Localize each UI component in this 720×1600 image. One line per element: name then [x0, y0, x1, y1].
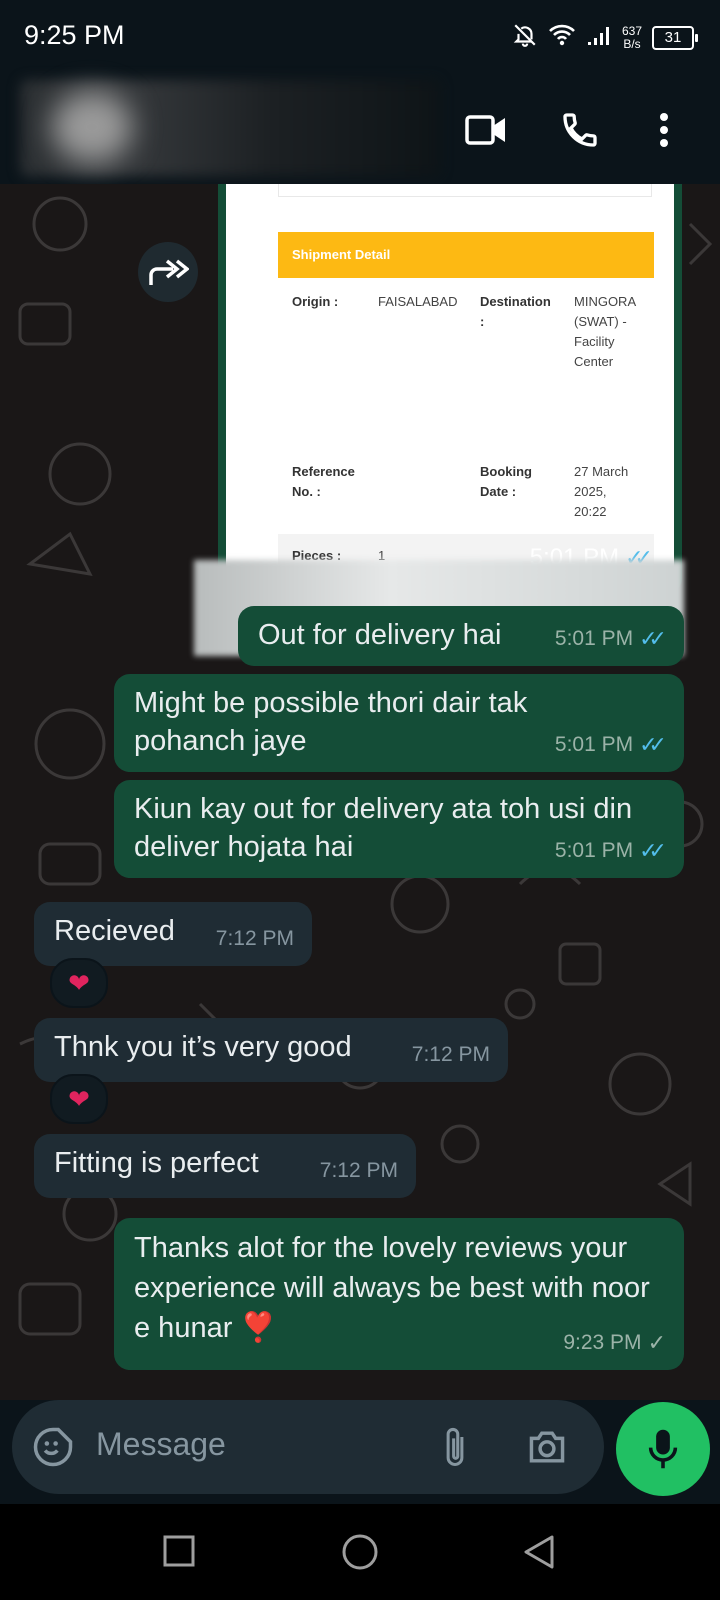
chat-area[interactable]: Shipment Detail Origin : FAISALABAD Dest…	[0, 184, 720, 1400]
message-bubble-incoming[interactable]: Thnk you it’s very good 7:12 PM	[34, 1018, 508, 1082]
network-speed: 637 B/s	[621, 23, 642, 51]
message-time: 5:01 PM	[554, 839, 634, 862]
message-bubble-incoming[interactable]: Fitting is perfect 7:12 PM	[34, 1134, 416, 1198]
read-receipt-icon: ✓✓	[639, 838, 667, 863]
mic-button[interactable]	[616, 1402, 710, 1496]
reference-label-line-2: No. :	[292, 484, 321, 499]
destination-value-line-4: Center	[574, 354, 614, 369]
message-bubble-incoming[interactable]: Recieved 7:12 PM	[34, 902, 312, 966]
heart-icon: ❤	[68, 1083, 90, 1114]
status-icons: 637 B/s 31	[512, 22, 698, 53]
status-bar: 9:25 PM 637 B/s 31	[0, 0, 720, 74]
message-bubble-outgoing[interactable]: Might be possible thori dair tak pohanch…	[114, 674, 684, 772]
booking-label-line-1: Booking	[480, 464, 532, 479]
destination-value-line-2: (SWAT) -	[574, 314, 627, 329]
message-text: Recieved	[54, 915, 175, 947]
reference-label: Reference No. :	[292, 462, 355, 502]
heart-icon: ❤	[68, 967, 90, 998]
destination-value-line-1: MINGORA	[574, 294, 637, 309]
battery-icon: 31	[652, 25, 698, 50]
chat-header	[0, 74, 720, 184]
message-bubble-outgoing[interactable]: Thanks alot for the lovely reviews your …	[114, 1218, 684, 1370]
message-bubble-outgoing[interactable]: Kiun kay out for delivery ata toh usi di…	[114, 780, 684, 878]
home-button[interactable]	[340, 1532, 380, 1577]
booking-value-line-3: 20:22	[574, 504, 607, 519]
message-time: 7:12 PM	[215, 927, 294, 950]
phone-icon[interactable]	[556, 106, 604, 154]
destination-label-line-1: Destination	[480, 294, 551, 309]
message-composer: Message	[0, 1400, 720, 1504]
message-meta: 5:01 PM ✓✓	[554, 726, 667, 764]
destination-label-line-2: :	[480, 314, 485, 329]
signal-icon	[586, 24, 612, 51]
message-input[interactable]: Message	[96, 1426, 226, 1463]
message-text: Out for delivery hai	[258, 619, 502, 651]
booking-date-value: 27 March 2025, 20:22	[574, 462, 628, 522]
destination-value: MINGORA (SWAT) - Facility Center	[574, 292, 636, 372]
back-button[interactable]	[522, 1534, 556, 1575]
video-call-icon[interactable]	[462, 106, 510, 154]
shipment-document-image[interactable]: Shipment Detail Origin : FAISALABAD Dest…	[226, 184, 674, 586]
message-meta: 7:12 PM	[320, 1152, 398, 1190]
forward-button[interactable]	[138, 242, 198, 302]
more-vert-icon[interactable]	[640, 106, 688, 154]
status-time: 9:25 PM	[24, 20, 125, 50]
system-nav-bar	[0, 1504, 720, 1600]
message-time: 7:12 PM	[319, 1159, 398, 1182]
read-receipt-icon: ✓✓	[639, 732, 667, 757]
document-top-border	[278, 184, 652, 197]
forward-icon	[149, 259, 189, 285]
message-meta: 7:12 PM	[216, 920, 294, 958]
destination-value-line-3: Facility	[574, 334, 615, 349]
message-meta: 7:12 PM	[412, 1036, 490, 1074]
message-bubble-outgoing[interactable]: Out for delivery hai 5:01 PM ✓✓	[238, 606, 684, 666]
message-meta: 5:01 PM ✓✓	[554, 832, 667, 870]
heart-reaction[interactable]: ❤	[50, 1074, 108, 1124]
network-speed-unit: B/s	[623, 36, 641, 51]
origin-label: Origin :	[292, 294, 339, 309]
read-receipt-icon: ✓✓	[639, 626, 667, 651]
reference-label-line-1: Reference	[292, 464, 355, 479]
message-time: 9:23 PM	[563, 1331, 642, 1354]
message-meta: 5:01 PM ✓✓	[554, 620, 667, 658]
message-text: Thnk you it’s very good	[54, 1031, 352, 1063]
attach-icon[interactable]	[438, 1426, 472, 1475]
booking-value-line-1: 27 March	[574, 464, 629, 479]
message-time: 5:01 PM	[554, 627, 634, 650]
booking-date-label: Booking Date :	[480, 462, 532, 502]
message-text: Fitting is perfect	[54, 1147, 259, 1179]
message-time: 7:12 PM	[411, 1043, 490, 1066]
message-input-box[interactable]: Message	[12, 1400, 604, 1494]
sticker-icon[interactable]	[32, 1426, 74, 1473]
sent-tick-icon: ✓	[647, 1330, 666, 1355]
destination-label: Destination :	[480, 292, 551, 332]
network-speed-value: 637	[621, 23, 642, 38]
wifi-icon	[548, 23, 576, 52]
booking-label-line-2: Date :	[480, 484, 517, 499]
heart-reaction[interactable]: ❤	[50, 958, 108, 1008]
shipment-image-bubble[interactable]: Shipment Detail Origin : FAISALABAD Dest…	[218, 184, 682, 594]
message-text: Might be possible thori dair tak pohanch…	[134, 687, 528, 757]
origin-value: FAISALABAD	[378, 294, 458, 309]
mic-icon	[648, 1429, 678, 1469]
recents-button[interactable]	[162, 1534, 196, 1573]
camera-icon[interactable]	[526, 1428, 568, 1471]
avatar[interactable]	[52, 92, 132, 162]
shipment-detail-header: Shipment Detail	[278, 232, 654, 278]
message-meta: 9:23 PM ✓	[563, 1324, 666, 1362]
message-time: 5:01 PM	[554, 733, 634, 756]
mute-notification-icon	[512, 22, 538, 53]
booking-value-line-2: 2025,	[574, 484, 607, 499]
